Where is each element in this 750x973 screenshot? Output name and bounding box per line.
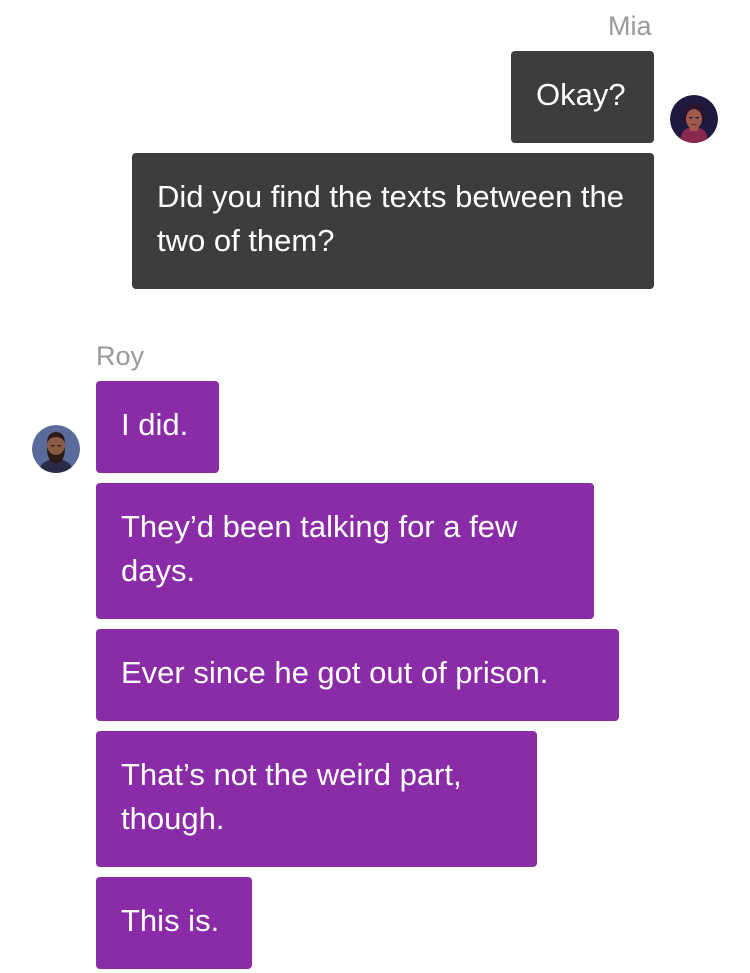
message-text: This is. bbox=[121, 903, 220, 938]
message-text: I did. bbox=[121, 407, 189, 442]
message-text: They’d been talking for a few days. bbox=[121, 509, 518, 588]
message-text: Okay? bbox=[536, 77, 626, 112]
sender-name-roy: Roy bbox=[96, 341, 145, 371]
message-bubble-roy-2[interactable]: They’d been talking for a few days. bbox=[96, 483, 594, 619]
message-bubble-mia-1[interactable]: Okay? bbox=[511, 51, 654, 143]
message-text: Ever since he got out of prison. bbox=[121, 655, 549, 690]
woman-avatar-icon bbox=[670, 95, 718, 143]
message-text: That’s not the weird part, though. bbox=[121, 757, 462, 836]
sender-name-mia: Mia bbox=[608, 11, 652, 41]
message-bubble-roy-3[interactable]: Ever since he got out of prison. bbox=[96, 629, 619, 721]
message-bubble-mia-2[interactable]: Did you find the texts between the two o… bbox=[132, 153, 654, 289]
roy-avatar[interactable] bbox=[32, 425, 80, 473]
message-bubble-roy-5[interactable]: This is. bbox=[96, 877, 252, 969]
message-bubble-roy-1[interactable]: I did. bbox=[96, 381, 219, 473]
bearded-man-avatar-icon bbox=[32, 425, 80, 473]
mia-avatar[interactable] bbox=[670, 95, 718, 143]
message-bubble-roy-4[interactable]: That’s not the weird part, though. bbox=[96, 731, 537, 867]
message-text: Did you find the texts between the two o… bbox=[157, 179, 625, 258]
